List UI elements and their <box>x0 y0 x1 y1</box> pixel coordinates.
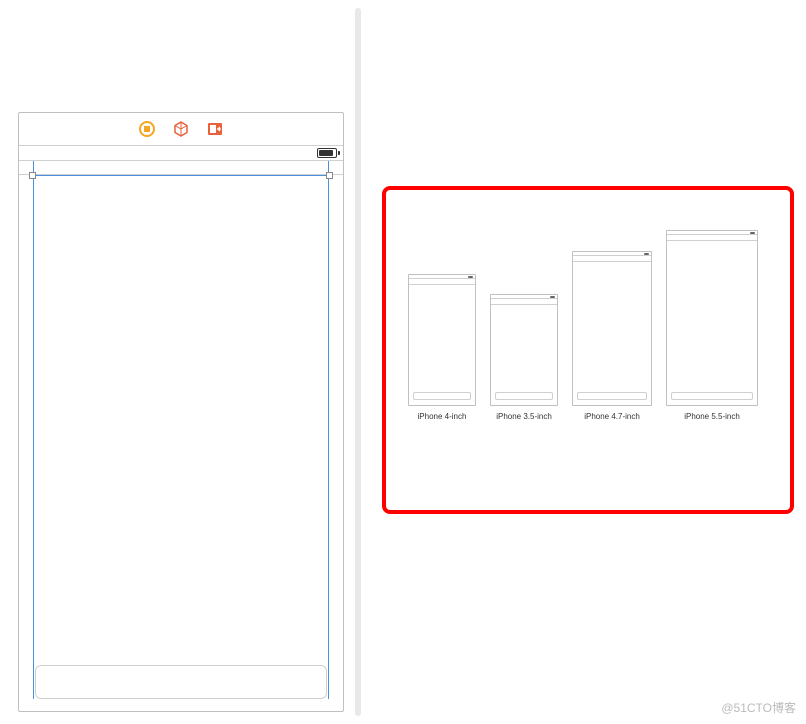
layout-guides <box>33 161 329 711</box>
device-preview-iphone-35[interactable]: iPhone 3.5-inch <box>490 294 558 421</box>
device-preview-iphone-55[interactable]: iPhone 5.5-inch <box>666 230 758 421</box>
device-text-field <box>671 392 753 400</box>
text-field[interactable] <box>35 665 327 699</box>
preview-pane: iPhone 4-inch iPhone 3.5-inch iPhone 4.7 <box>370 0 806 724</box>
device-status-bar <box>409 275 475 279</box>
device-label: iPhone 4-inch <box>418 412 467 421</box>
device-frame <box>572 251 652 406</box>
leading-guide <box>33 161 34 699</box>
device-preview-iphone-47[interactable]: iPhone 4.7-inch <box>572 251 652 421</box>
device-frame <box>666 230 758 406</box>
device-nav-bar <box>667 235 757 241</box>
device-label: iPhone 3.5-inch <box>496 412 552 421</box>
trailing-guide <box>328 161 329 699</box>
watermark: @51CTO博客 <box>721 699 796 716</box>
ib-toolbar <box>139 121 223 137</box>
top-guide <box>33 175 329 176</box>
device-text-field <box>577 392 647 400</box>
embedded-icon[interactable] <box>207 121 223 137</box>
device-nav-bar <box>491 299 557 305</box>
device-preview-iphone-4[interactable]: iPhone 4-inch <box>408 274 476 421</box>
device-status-bar <box>491 295 557 299</box>
device-frame <box>408 274 476 406</box>
selection-handle-tl[interactable] <box>29 172 36 179</box>
device-frame <box>490 294 558 406</box>
battery-icon <box>317 148 337 158</box>
pane-separator[interactable] <box>352 8 364 716</box>
object-icon[interactable] <box>173 121 189 137</box>
device-text-field <box>495 392 553 400</box>
canvas-pane[interactable] <box>0 0 350 724</box>
device-status-bar <box>667 231 757 235</box>
device-status-bar <box>573 252 651 256</box>
device-label: iPhone 5.5-inch <box>684 412 740 421</box>
interface-builder-canvas[interactable] <box>18 112 344 712</box>
selection-handle-tr[interactable] <box>326 172 333 179</box>
device-text-field <box>413 392 471 400</box>
device-nav-bar <box>409 279 475 285</box>
device-previews: iPhone 4-inch iPhone 3.5-inch iPhone 4.7 <box>408 230 758 421</box>
sizeclass-icon[interactable] <box>139 121 155 137</box>
preview-panel[interactable]: iPhone 4-inch iPhone 3.5-inch iPhone 4.7 <box>382 186 794 514</box>
device-label: iPhone 4.7-inch <box>584 412 640 421</box>
device-nav-bar <box>573 256 651 262</box>
status-bar <box>19 145 343 161</box>
